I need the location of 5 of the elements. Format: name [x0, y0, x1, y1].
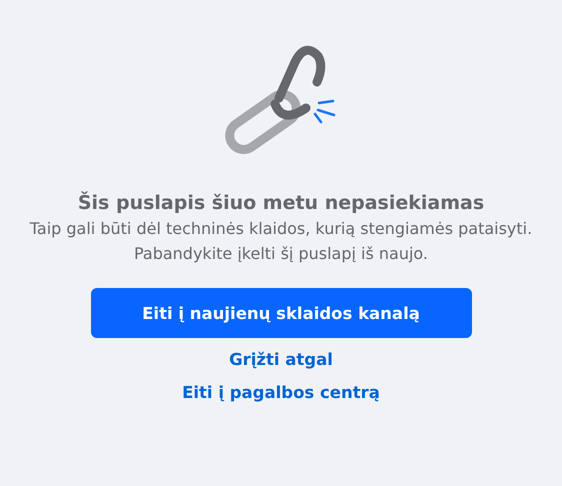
text-link[interactable]: Grįžti atgal: [229, 348, 333, 371]
error-message: Taip gali būti dėl techninės klaidos, kurią stengiamės pataisyti. Pabandykite įkelti šį puslapį iš naujo.: [28, 218, 534, 265]
error-title: Šis puslapis šiuo metu nepasiekiamas: [78, 192, 484, 214]
news-feed-button[interactable]: Eiti į naujienų sklaidos kanalą: [90, 288, 472, 338]
text-link[interactable]: Eiti į pagalbos centrą: [182, 381, 380, 404]
